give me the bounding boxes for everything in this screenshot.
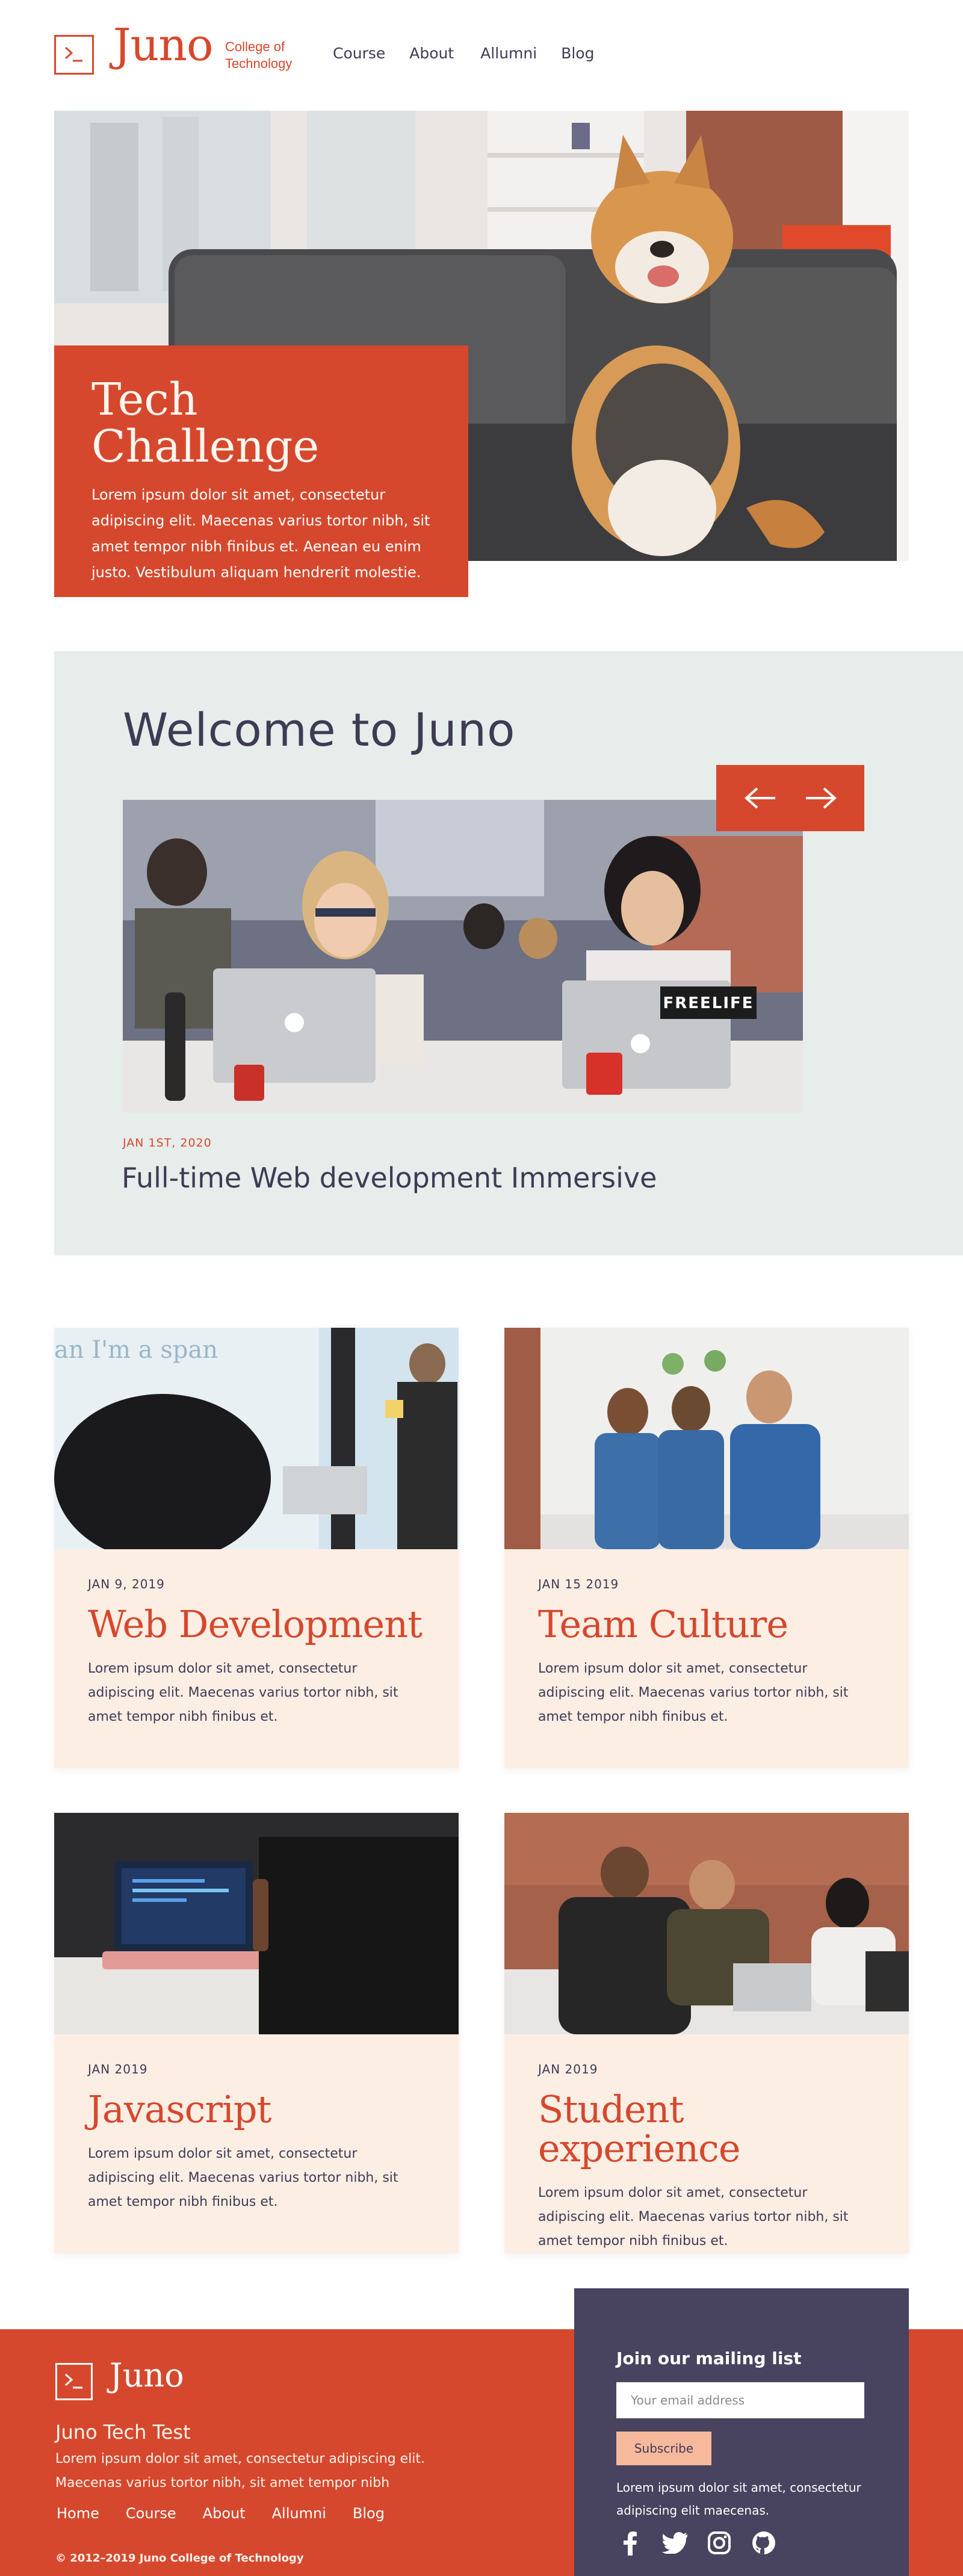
card-date: JAN 15 2019 xyxy=(538,1577,619,1591)
footer-copyright: © 2012–2019 Juno College of Technology xyxy=(55,2552,304,2565)
welcome-section: Welcome to Juno FREELIFE JAN 1ST, 2020 F… xyxy=(54,651,963,1255)
card-date: JAN 9, 2019 xyxy=(88,1577,165,1591)
mailing-title: Join our mailing list xyxy=(616,2348,802,2368)
blog-card[interactable]: an I'm a span JAN 9, 2019 Web Developmen… xyxy=(54,1328,459,1768)
logo-subtitle-line2: Technology xyxy=(225,56,293,71)
welcome-title: Welcome to Juno xyxy=(123,703,516,757)
footer-nav-home[interactable]: Home xyxy=(57,2505,99,2522)
logo-wordmark[interactable]: Juno xyxy=(113,23,214,67)
card-title: Web Development xyxy=(88,1602,423,1646)
card-text: Lorem ipsum dolor sit amet, consectetur … xyxy=(538,2185,849,2249)
arrow-left-icon xyxy=(744,787,775,809)
subscribe-button[interactable]: Subscribe xyxy=(616,2432,711,2465)
carousel-prev-button[interactable] xyxy=(739,777,781,819)
email-field[interactable] xyxy=(616,2382,864,2418)
nav-course[interactable]: Course xyxy=(333,45,385,62)
instagram-icon[interactable] xyxy=(705,2529,733,2557)
social-links xyxy=(616,2529,778,2557)
nav-allumni[interactable]: Allumni xyxy=(480,45,537,62)
blog-card[interactable]: JAN 15 2019 Team Culture Lorem ipsum dol… xyxy=(504,1328,909,1768)
card-title: Javascript xyxy=(88,2087,271,2131)
footer-nav-course[interactable]: Course xyxy=(126,2505,176,2522)
card-image-team xyxy=(504,1328,909,1549)
terminal-logo-icon[interactable] xyxy=(54,35,94,75)
footer-nav-blog[interactable]: Blog xyxy=(353,2505,385,2522)
footer-nav-allumni[interactable]: Allumni xyxy=(272,2505,326,2522)
mailing-list-panel: Join our mailing list Subscribe Lorem ip… xyxy=(574,2288,909,2576)
card-title: Team Culture xyxy=(538,1602,788,1646)
carousel-image-students-laptops: FREELIFE xyxy=(123,800,803,1113)
carousel-post-title[interactable]: Full-time Web development Immersive xyxy=(122,1162,657,1194)
twitter-icon[interactable] xyxy=(661,2529,689,2557)
card-title: Student experience xyxy=(538,2087,741,2171)
card-date: JAN 2019 xyxy=(538,2062,598,2076)
blog-card[interactable]: JAN 2019 Student experience Lorem ipsum … xyxy=(504,1813,909,2253)
card-image-students xyxy=(504,1813,909,2034)
carousel-next-button[interactable] xyxy=(800,777,842,819)
nav-blog[interactable]: Blog xyxy=(561,45,594,62)
terminal-logo-icon[interactable] xyxy=(55,2363,93,2400)
footer-nav: Home Course About Allumni Blog xyxy=(57,2505,411,2522)
card-text: Lorem ipsum dolor sit amet, consectetur … xyxy=(88,2146,398,2210)
card-date: JAN 2019 xyxy=(88,2062,148,2076)
nav-about[interactable]: About xyxy=(409,45,454,62)
hero-title: Tech Challenge xyxy=(91,374,320,472)
laptop-sticker-text: FREELIFE xyxy=(663,994,754,1012)
blog-card[interactable]: JAN 2019 Javascript Lorem ipsum dolor si… xyxy=(54,1813,459,2253)
footer-logo-wordmark[interactable]: Juno xyxy=(110,2359,184,2392)
facebook-icon[interactable] xyxy=(616,2529,644,2557)
footer-text: Lorem ipsum dolor sit amet, consectetur … xyxy=(55,2451,425,2491)
github-icon[interactable] xyxy=(750,2529,778,2557)
card-image-caption: an I'm a span xyxy=(54,1336,218,1364)
logo-subtitle-line1: College of xyxy=(225,39,285,54)
site-header: Juno College of Technology Course About … xyxy=(0,0,963,108)
card-text: Lorem ipsum dolor sit amet, consectetur … xyxy=(88,1661,398,1725)
mailing-text: Lorem ipsum dolor sit amet, consectetur … xyxy=(616,2480,861,2518)
footer-nav-about[interactable]: About xyxy=(203,2505,246,2522)
carousel-post-date: JAN 1ST, 2020 xyxy=(123,1136,212,1150)
carousel-controls xyxy=(716,765,864,831)
card-image-javascript xyxy=(54,1813,459,2034)
footer-title: Juno Tech Test xyxy=(55,2421,191,2444)
arrow-right-icon xyxy=(805,787,837,809)
hero-text: Lorem ipsum dolor sit amet, consectetur … xyxy=(91,486,430,581)
logo-subtitle: College of Technology xyxy=(225,39,309,72)
card-image-webdev: an I'm a span xyxy=(54,1328,459,1549)
hero-card: Tech Challenge Lorem ipsum dolor sit ame… xyxy=(54,345,468,597)
card-text: Lorem ipsum dolor sit amet, consectetur … xyxy=(538,1661,849,1725)
main-nav: Course About Allumni Blog xyxy=(333,45,618,62)
